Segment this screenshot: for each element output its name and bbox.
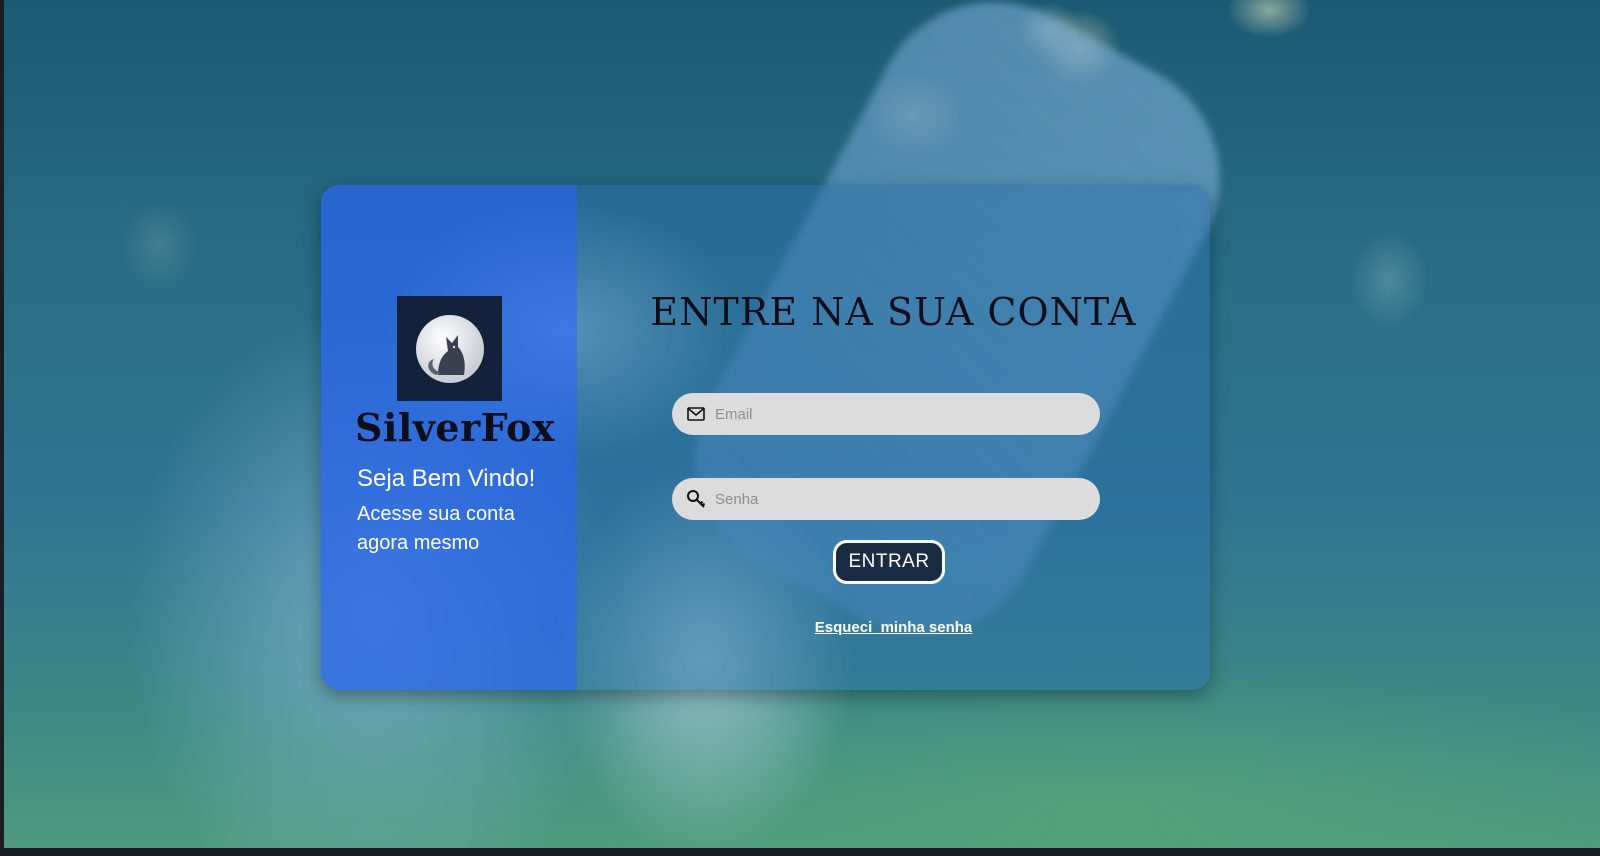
password-field[interactable] — [672, 478, 1100, 520]
password-input[interactable] — [713, 489, 1087, 509]
forgot-password-link[interactable]: Esqueci minha senha — [577, 619, 1210, 636]
login-card: SilverFox Seja Bem Vindo! Acesse sua con… — [321, 185, 1210, 690]
brand-name: SilverFox — [355, 405, 555, 450]
fox-logo-icon — [415, 314, 484, 383]
welcome-heading: Seja Bem Vindo! — [357, 465, 536, 492]
email-field[interactable] — [672, 393, 1100, 435]
submit-button[interactable]: ENTRAR — [833, 540, 945, 584]
welcome-panel: SilverFox Seja Bem Vindo! Acesse sua con… — [321, 185, 577, 690]
page-title: ENTRE NA SUA CONTA — [650, 290, 1137, 334]
login-panel: ENTRE NA SUA CONTA Email ENTRAR Esqueci … — [577, 185, 1210, 690]
logo — [397, 296, 502, 401]
background-photo: SilverFox Seja Bem Vindo! Acesse sua con… — [4, 0, 1600, 848]
window-bottom-edge — [0, 848, 1600, 856]
welcome-subtitle: Acesse sua conta agora mesmo — [357, 503, 515, 554]
mail-icon — [685, 403, 707, 425]
key-icon — [685, 488, 707, 510]
email-input[interactable] — [713, 404, 1087, 424]
